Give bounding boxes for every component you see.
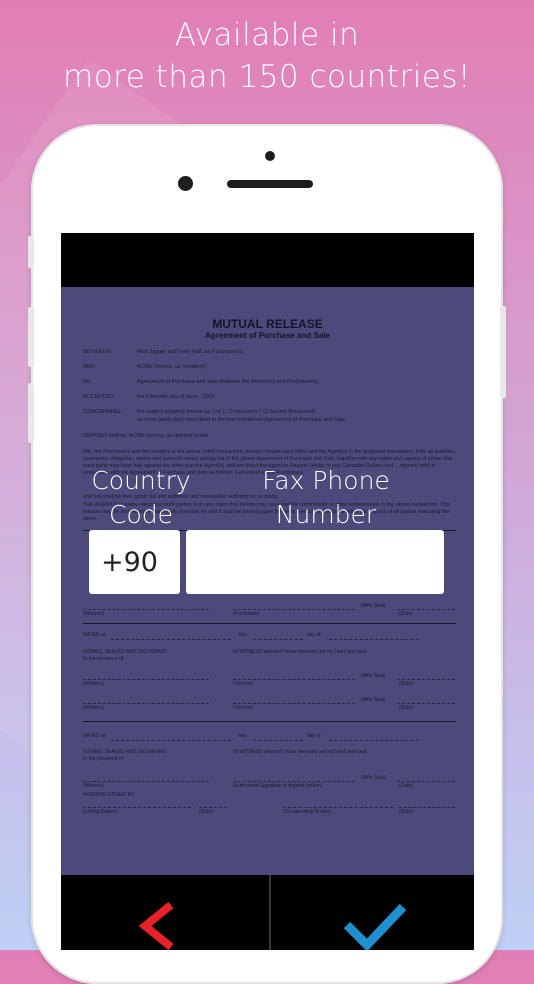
signature-line: [233, 703, 355, 704]
signature-line: [397, 679, 455, 680]
phone-volume-down-button: [28, 383, 34, 443]
document-deposit: DEPOSIT held by: ACME Homes, as deposit …: [83, 433, 209, 439]
phone-volume-up-button: [28, 307, 34, 367]
country-code-input[interactable]: [89, 530, 180, 594]
this-label: this: [239, 733, 247, 739]
date-label: (Date): [399, 611, 413, 617]
headline: Available in more than 150 countries!: [0, 14, 534, 98]
signature-line: [233, 679, 355, 680]
date-line: [111, 740, 231, 741]
in-witness-label: IN WITNESS whereof I have hereunto set m…: [233, 749, 368, 755]
vendor-label: (Vendor): [233, 705, 253, 711]
dated-label: DATED at: [83, 733, 106, 739]
affix-seal-label: (Affix Seal): [361, 673, 386, 679]
country-code-label: Country Code: [91, 466, 191, 529]
witness-label: (Witness): [83, 611, 105, 617]
headline-line-2: more than 150 countries!: [63, 59, 471, 95]
fax-number-input[interactable]: [186, 530, 444, 594]
document-title: MUTUAL RELEASE: [212, 317, 323, 331]
document-rule: [83, 721, 456, 722]
phone-side-button: [28, 236, 34, 268]
document-rule: [83, 623, 456, 624]
authorized-signature-label: (Authorized Signature of deposit holder): [233, 783, 322, 789]
document-row: RE: Agreement of Purchase and Sale betwee…: [83, 379, 319, 385]
presence-label: In the presence of:: [83, 656, 125, 662]
signed-label: SIGNED, SEALED AND DELIVERED: [83, 649, 167, 655]
phone-sensor: [265, 151, 275, 161]
chevron-left-icon: [138, 901, 174, 950]
signed-label: SIGNED, SEALED AND DELIVERED: [83, 749, 167, 755]
signature-line: [283, 807, 393, 808]
affix-seal-label: (Affix Seal): [361, 775, 386, 781]
date-label: (Date): [399, 705, 413, 711]
signature-line: [399, 807, 455, 808]
date-line: [329, 740, 419, 741]
day-of-label: day of: [307, 733, 321, 739]
signature-line: [83, 679, 209, 680]
date-label: (Date): [199, 809, 213, 815]
document-row: BETWEEN: Rick Jagger and Terry Hall, as P…: [83, 349, 244, 355]
vendor-label: (Vendor): [233, 681, 253, 687]
document-row: CONCERNING: the subject property known as…: [83, 409, 315, 415]
in-witness-label: IN WITNESS whereof I have hereunto set m…: [233, 649, 368, 655]
signature-line: [233, 609, 355, 610]
signature-line: [233, 781, 355, 782]
signature-line: [83, 609, 209, 610]
this-label: this: [239, 632, 247, 638]
date-line: [329, 639, 419, 640]
witness-label: (Witness): [83, 783, 105, 789]
date-label: (Date): [399, 809, 413, 815]
dated-label: DATED at: [83, 632, 106, 638]
signature-line: [397, 781, 455, 782]
date-line: [111, 639, 231, 640]
signature-line: [83, 703, 209, 704]
day-of-label: day of: [307, 632, 321, 638]
affix-seal-label: (Affix Seal): [361, 603, 386, 609]
date-line: [253, 639, 303, 640]
phone-camera: [178, 176, 193, 191]
witness-label: (Witness): [83, 681, 105, 687]
document-row: AND: ACME Homes, as Vendor(s): [83, 364, 207, 370]
fax-number-label: Fax Phone Number: [262, 466, 390, 529]
listing-broker-label: (Listing Broker): [83, 809, 117, 815]
confirm-button[interactable]: [337, 895, 417, 950]
document-row-continued: as more particularly described in the fi…: [137, 417, 347, 423]
purchaser-label: (Purchaser): [233, 611, 260, 617]
action-divider: [269, 875, 271, 950]
signature-line: [83, 781, 209, 782]
headline-line-1: Available in: [174, 17, 360, 53]
presence-label: In the presence of:: [83, 756, 125, 762]
affix-seal-label: (Affix Seal): [361, 697, 386, 703]
date-label: (Date): [399, 783, 413, 789]
back-button[interactable]: [127, 895, 197, 950]
document-subtitle: Agreement of Purchase and Sale: [205, 331, 330, 340]
signature-line: [199, 807, 227, 808]
document-row: ACCEPTED: the Fifteenth day of June , 200…: [83, 394, 215, 400]
date-label: (Date): [399, 681, 413, 687]
witness-label: (Witness): [83, 705, 105, 711]
signature-line: [83, 807, 191, 808]
signature-line: [397, 609, 455, 610]
date-line: [253, 740, 303, 741]
cooperating-broker-label: (Co-operating Broker): [283, 809, 332, 815]
app-screen: MUTUAL RELEASE Agreement of Purchase and…: [61, 233, 474, 950]
phone-power-button: [500, 306, 506, 398]
signature-line: [397, 703, 455, 704]
phone-speaker: [227, 180, 313, 188]
checkmark-icon: [343, 903, 407, 950]
acknowledged-label: ACKNOWLEDGED BY:: [83, 792, 136, 798]
